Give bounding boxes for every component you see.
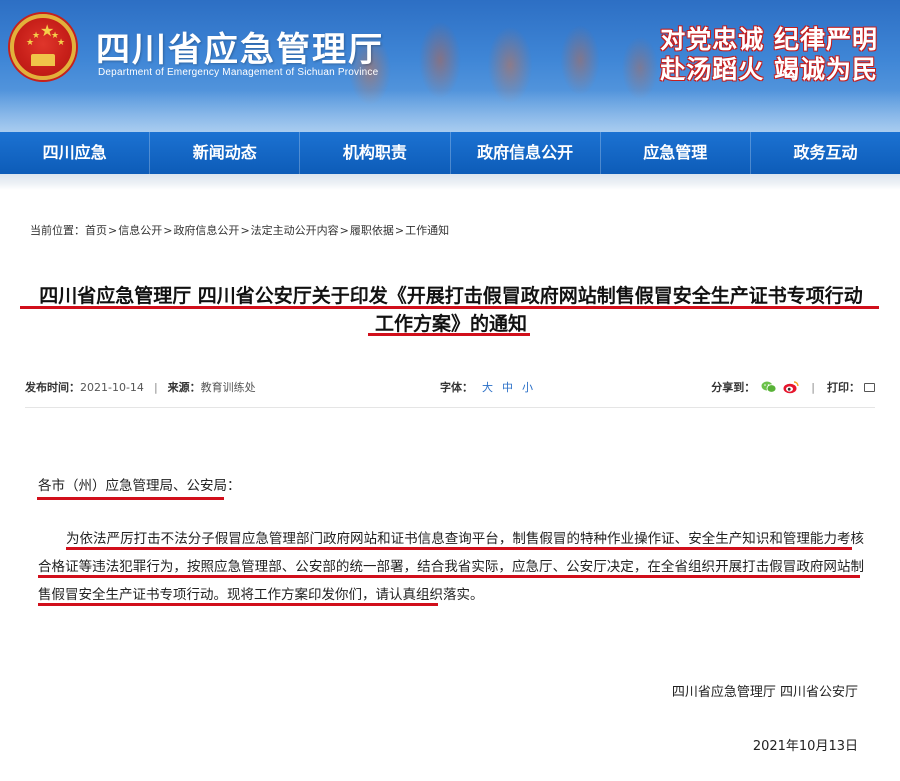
font-size-small-button[interactable]: 小 [522,379,533,395]
source-label: 来源： [167,381,201,394]
paragraph-underline-annotation [38,575,860,578]
publish-date: 2021-10-14 [80,380,144,394]
main-nav: 四川应急 新闻动态 机构职责 政府信息公开 应急管理 政务互动 [0,132,900,174]
breadcrumb-prefix: 当前位置： [30,224,85,237]
font-size-large-button[interactable]: 大 [482,379,493,395]
site-banner: ★ ★ ★ ★ ★ 四川省应急管理厅 Department of Emergen… [0,0,900,132]
title-underline-annotation [368,333,530,336]
breadcrumb-separator: > [394,223,405,237]
signature-organizations: 四川省应急管理厅 四川省公安厅 [671,685,858,700]
nav-item-organization[interactable]: 机构职责 [300,132,451,174]
national-emblem-icon: ★ ★ ★ ★ ★ [10,14,76,80]
title-underline-annotation [20,306,879,309]
signature-date: 2021年10月13日 [752,739,858,754]
font-size-control: 字体： 大 中 小 [440,379,533,395]
publish-time-label: 发布时间： [25,381,80,394]
paragraph-underline-annotation [38,603,438,606]
font-size-medium-button[interactable]: 中 [502,379,513,395]
site-title[interactable]: 四川省应急管理厅 [96,22,384,71]
print-icon[interactable] [864,382,875,392]
breadcrumb-work-notice[interactable]: 工作通知 [405,222,449,238]
breadcrumb-info-disclosure[interactable]: 信息公开 [118,222,162,238]
share-label: 分享到： [711,381,756,394]
breadcrumb-separator: > [240,223,250,237]
salutation: 各市（州）应急管理局、公安局： [38,478,241,494]
article-meta: 发布时间： 2021-10-14 | 来源： 教育训练处 字体： 大 中 小 分… [25,379,875,399]
breadcrumb-separator: > [339,223,349,237]
nav-item-emergency-management[interactable]: 应急管理 [601,132,751,174]
nav-item-interaction[interactable]: 政务互动 [751,132,900,174]
paragraph-underline-annotation [66,547,852,550]
breadcrumb-duty-basis[interactable]: 履职依据 [350,222,394,238]
breadcrumb: 当前位置： 首页 > 信息公开 > 政府信息公开 > 法定主动公开内容 > 履职… [30,222,449,238]
slogan-line-2: 赴汤蹈火 竭诚为民 [660,55,878,84]
nav-item-gov-info-disclosure[interactable]: 政府信息公开 [451,132,601,174]
breadcrumb-home[interactable]: 首页 [85,222,107,238]
breadcrumb-separator: > [108,223,118,237]
breadcrumb-separator: > [163,223,173,237]
font-size-label: 字体： [440,381,473,394]
wechat-share-icon[interactable] [761,380,777,394]
article-title: 四川省应急管理厅 四川省公安厅关于印发《开展打击假冒政府网站制售假冒安全生产证书… [20,282,882,338]
site-subtitle: Department of Emergency Management of Si… [98,67,379,78]
weibo-share-icon[interactable] [783,380,799,394]
salutation-underline-annotation [37,497,224,500]
breadcrumb-gov-info-disclosure[interactable]: 政府信息公开 [173,222,239,238]
nav-item-sichuan-emergency[interactable]: 四川应急 [0,132,151,174]
source-value: 教育训练处 [200,381,256,394]
nav-item-news[interactable]: 新闻动态 [150,132,301,174]
breadcrumb-statutory-content[interactable]: 法定主动公开内容 [251,222,339,238]
body-paragraph: 为依法严厉打击不法分子假冒应急管理部门政府网站和证书信息查询平台，制售假冒的特种… [38,531,864,603]
print-label[interactable]: 打印： [827,379,860,395]
